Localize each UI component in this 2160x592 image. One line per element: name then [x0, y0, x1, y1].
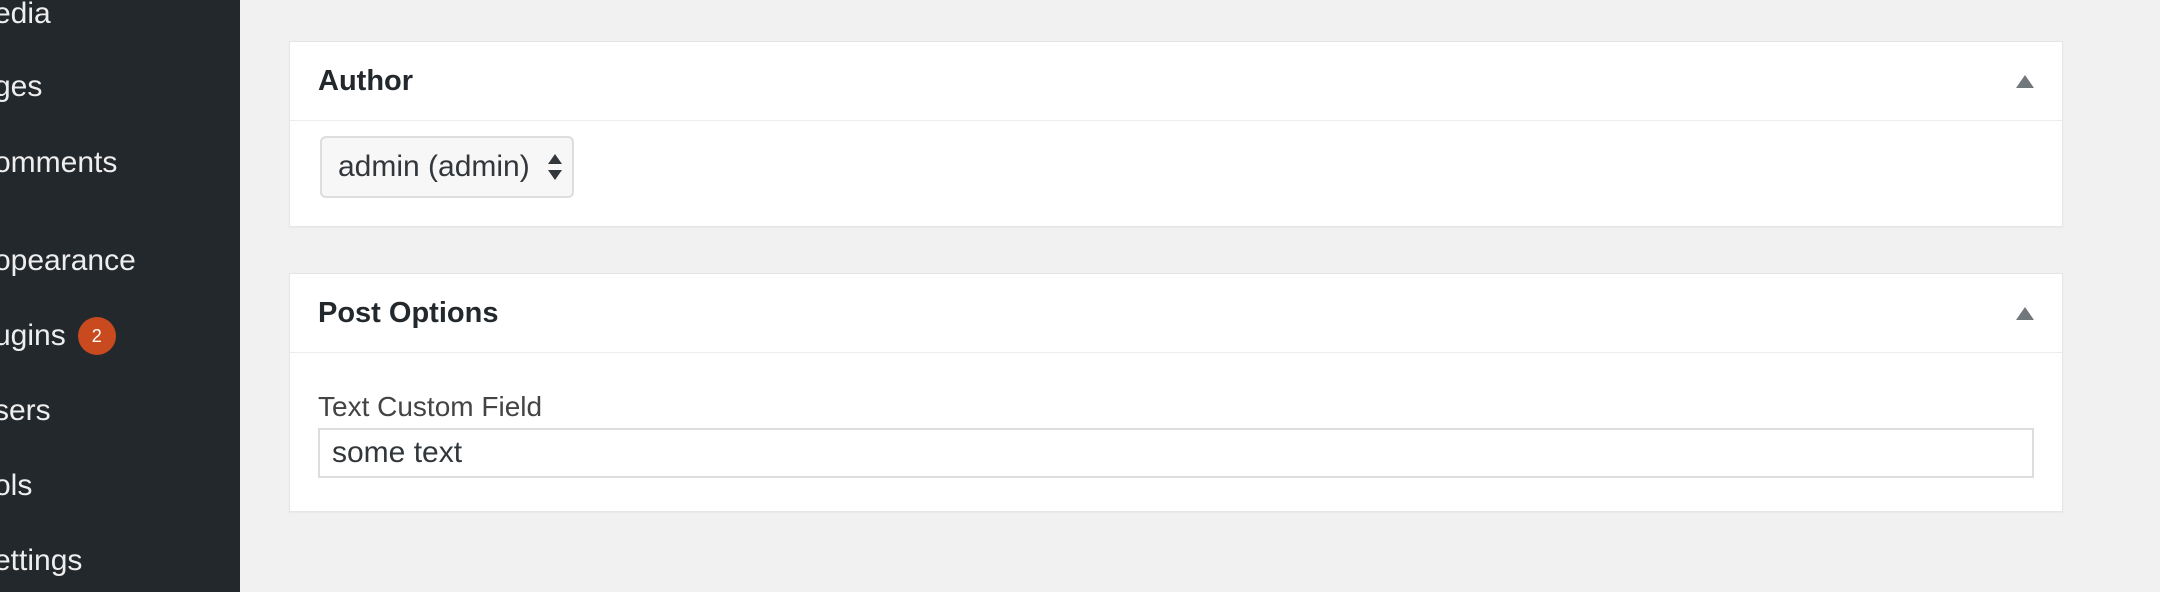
triangle-up-icon[interactable] — [2016, 74, 2034, 88]
menu-item-label: omments — [0, 146, 118, 179]
menu-item-comments[interactable]: omments — [0, 133, 240, 193]
triangle-up-icon[interactable] — [2016, 306, 2034, 320]
author-metabox-body: admin (admin) — [290, 121, 2062, 226]
menu-item-appearance[interactable]: opearance — [0, 231, 240, 291]
menu-item-users[interactable]: sers — [0, 381, 240, 441]
menu-item-plugins[interactable]: ugins 2 — [0, 306, 240, 366]
updown-arrows-icon — [547, 154, 562, 180]
menu-item-label: ugins — [0, 319, 66, 352]
menu-item-pages[interactable]: ges — [0, 57, 240, 117]
menu-item-label: ges — [0, 70, 43, 103]
menu-item-media[interactable]: edia — [0, 0, 240, 44]
menu-item-settings[interactable]: ettings — [0, 531, 240, 591]
author-select-value: admin (admin) — [338, 150, 530, 183]
menu-item-label: ols — [0, 469, 33, 502]
menu-item-label: sers — [0, 394, 51, 427]
post-options-metabox-title: Post Options — [318, 296, 499, 329]
menu-item-tools[interactable]: ols — [0, 456, 240, 516]
admin-sidebar: edia ges omments opearance ugins 2 sers … — [0, 0, 240, 592]
post-options-metabox-body: Text Custom Field — [290, 353, 2062, 511]
post-options-metabox-header[interactable]: Post Options — [290, 274, 2062, 353]
menu-item-plugins-content: ugins 2 — [0, 317, 116, 355]
author-metabox-header[interactable]: Author — [290, 42, 2062, 121]
author-metabox-title: Author — [318, 64, 414, 97]
author-metabox: Author admin (admin) — [289, 41, 2063, 227]
menu-item-label: opearance — [0, 244, 136, 277]
menu-item-label: edia — [0, 0, 51, 30]
menu-item-label: ettings — [0, 544, 83, 577]
post-options-metabox: Post Options Text Custom Field — [289, 273, 2063, 512]
text-custom-field-label: Text Custom Field — [318, 391, 543, 422]
author-select[interactable]: admin (admin) — [320, 136, 574, 198]
text-custom-field-input[interactable] — [318, 428, 2034, 478]
update-count-badge: 2 — [77, 317, 116, 355]
